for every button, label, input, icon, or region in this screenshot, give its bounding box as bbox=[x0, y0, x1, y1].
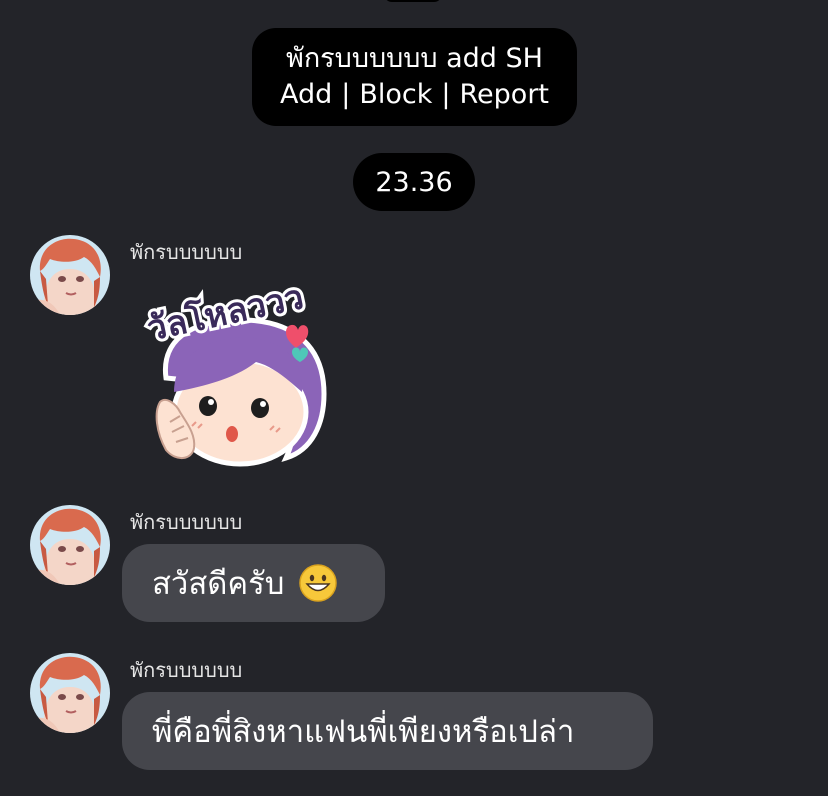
block-link[interactable]: Block bbox=[359, 77, 432, 113]
separator: | bbox=[441, 79, 451, 110]
avatar[interactable] bbox=[30, 235, 110, 315]
separator: | bbox=[341, 79, 351, 110]
chat-screen: พักรบบบบบบ add SH Add | Block | Report 2… bbox=[0, 0, 828, 796]
timestamp-pill: 23.36 bbox=[353, 153, 475, 211]
report-link[interactable]: Report bbox=[460, 77, 550, 113]
notice-text: พักรบบบบบบ add SH bbox=[286, 43, 543, 74]
message-bubble[interactable]: สวัสดีครับ bbox=[122, 544, 385, 622]
sender-name: พักรบบบบบบ bbox=[130, 658, 243, 682]
message-bubble[interactable]: พี่คือพี่สิงหาแฟนพี่เพียงหรือเปล่า bbox=[122, 692, 653, 770]
message-text: สวัสดีครับ bbox=[152, 566, 285, 602]
message-text: พี่คือพี่สิงหาแฟนพี่เพียงหรือเปล่า bbox=[152, 714, 575, 750]
notice-actions: Add | Block | Report bbox=[280, 77, 549, 113]
add-link[interactable]: Add bbox=[280, 77, 332, 113]
avatar[interactable] bbox=[30, 653, 110, 733]
friend-add-notice: พักรบบบบบบ add SH Add | Block | Report bbox=[252, 28, 577, 126]
grinning-face-icon bbox=[299, 564, 338, 602]
sender-name: พักรบบบบบบ bbox=[130, 510, 243, 534]
avatar[interactable] bbox=[30, 505, 110, 585]
previous-pill-edge bbox=[384, 0, 442, 2]
sticker[interactable]: วัลโหลววว bbox=[136, 273, 342, 472]
sender-name: พักรบบบบบบ bbox=[130, 240, 243, 264]
